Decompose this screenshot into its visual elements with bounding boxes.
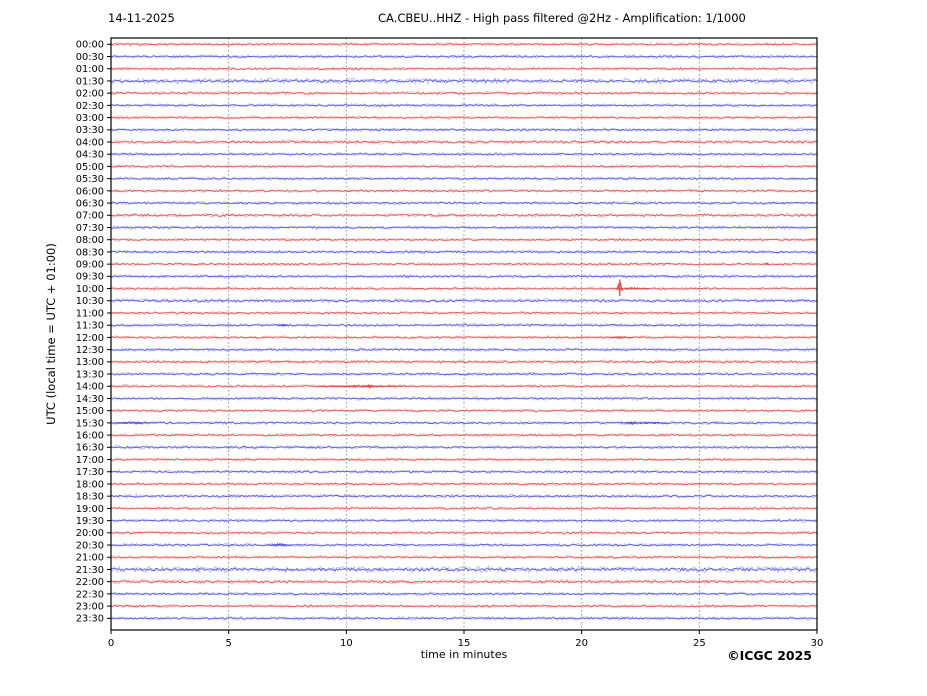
x-tick-label: 10 — [340, 638, 353, 649]
y-tick-label: 01:00 — [76, 64, 104, 75]
y-tick-label: 15:00 — [76, 406, 104, 417]
y-tick-label: 07:30 — [76, 223, 104, 234]
y-tick-label: 09:30 — [76, 272, 104, 283]
x-tick-label: 30 — [811, 638, 824, 649]
y-tick-label: 02:00 — [76, 89, 104, 100]
y-tick-label: 05:30 — [76, 174, 104, 185]
y-tick-label: 18:00 — [76, 479, 104, 490]
y-tick-label: 12:30 — [76, 345, 104, 356]
helicorder-figure: 14-11-2025 CA.CBEU..HHZ - High pass filt… — [0, 0, 927, 696]
y-tick-label: 04:00 — [76, 137, 104, 148]
y-tick-label: 16:30 — [76, 443, 104, 454]
y-tick-label: 19:30 — [76, 516, 104, 527]
y-tick-label: 17:00 — [76, 455, 104, 466]
seismic-trace-13:30 — [110, 372, 817, 376]
y-tick-label: 00:00 — [76, 40, 104, 51]
copyright-label: ©ICGC 2025 — [727, 648, 812, 663]
x-tick-label: 0 — [108, 638, 114, 649]
y-tick-label: 19:00 — [76, 504, 104, 515]
y-tick-label: 22:30 — [76, 589, 104, 600]
y-tick-label: 15:30 — [76, 418, 104, 429]
x-tick-label: 5 — [225, 638, 231, 649]
y-tick-label: 13:30 — [76, 369, 104, 380]
y-tick-label: 06:00 — [76, 186, 104, 197]
y-tick-label: 03:00 — [76, 113, 104, 124]
y-tick-label: 07:00 — [76, 211, 104, 222]
y-tick-label: 21:00 — [76, 553, 104, 564]
y-tick-label: 04:30 — [76, 150, 104, 161]
y-tick-label: 01:30 — [76, 76, 104, 87]
y-tick-label: 03:30 — [76, 125, 104, 136]
y-tick-label: 17:30 — [76, 467, 104, 478]
y-tick-label: 00:30 — [76, 52, 104, 63]
x-axis-label: time in minutes — [420, 648, 508, 661]
y-tick-label: 02:30 — [76, 101, 104, 112]
y-tick-label: 14:00 — [76, 382, 104, 393]
y-tick-label: 10:30 — [76, 296, 104, 307]
y-tick-label: 20:00 — [76, 528, 104, 539]
y-tick-label: 10:00 — [76, 284, 104, 295]
y-tick-label: 06:30 — [76, 198, 104, 209]
y-tick-label: 21:30 — [76, 565, 104, 576]
x-tick-label: 20 — [575, 638, 588, 649]
y-tick-label: 08:30 — [76, 247, 104, 258]
y-tick-label: 09:00 — [76, 260, 104, 271]
y-tick-label: 11:00 — [76, 308, 104, 319]
y-tick-label: 20:30 — [76, 540, 104, 551]
y-tick-label: 18:30 — [76, 492, 104, 503]
y-tick-label: 14:30 — [76, 394, 104, 405]
y-tick-label: 16:00 — [76, 431, 104, 442]
y-tick-label: 12:00 — [76, 333, 104, 344]
y-tick-label: 05:00 — [76, 162, 104, 173]
y-tick-label: 23:00 — [76, 601, 104, 612]
seismogram-plot: 00:0000:3001:0001:30 02:0002:3003:0003:30… — [76, 37, 824, 649]
y-tick-label: 23:30 — [76, 614, 104, 625]
x-tick-label: 25 — [693, 638, 706, 649]
y-tick-label: 22:00 — [76, 577, 104, 588]
y-tick-label: 11:30 — [76, 321, 104, 332]
y-tick-label: 08:00 — [76, 235, 104, 246]
y-tick-label: 13:00 — [76, 357, 104, 368]
